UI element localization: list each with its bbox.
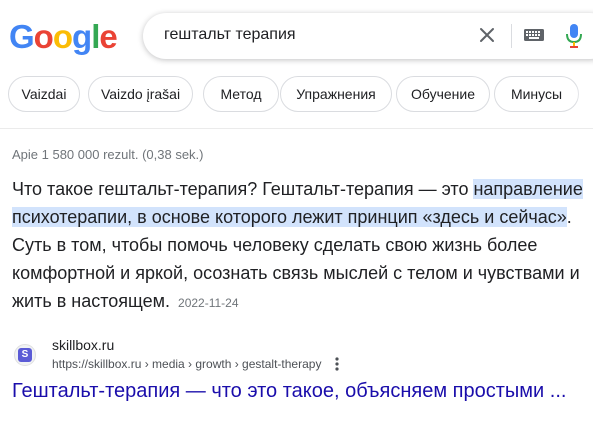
search-input[interactable]: гештальт терапия <box>164 26 296 44</box>
close-icon[interactable] <box>475 23 499 47</box>
result-stats: Apie 1 580 000 rezult. (0,38 sek.) <box>12 147 204 162</box>
chip-method[interactable]: Метод <box>203 76 279 112</box>
snippet-date: 2022-11-24 <box>178 296 239 310</box>
result-title-link[interactable]: Гештальт-терапия — что это такое, объясн… <box>12 380 566 403</box>
site-name[interactable]: skillbox.ru <box>52 337 114 353</box>
snippet-text: Что такое гештальт-терапия? Гештальт-тер… <box>12 179 474 199</box>
site-favicon[interactable]: S <box>14 344 36 366</box>
search-divider <box>511 24 512 48</box>
chip-cons[interactable]: Минусы <box>494 76 579 112</box>
logo-letter: g <box>72 18 92 55</box>
logo-letter: G <box>9 18 35 55</box>
chip-videos[interactable]: Vaizdo įrašai <box>88 76 193 112</box>
header-divider <box>0 128 593 129</box>
chips-fade <box>575 72 593 116</box>
logo-letter: l <box>91 18 100 55</box>
microphone-icon[interactable] <box>564 23 584 49</box>
search-box[interactable]: гештальт терапия <box>143 13 593 59</box>
logo-letter: o <box>33 18 54 55</box>
more-vert-icon[interactable] <box>334 356 340 372</box>
chip-images[interactable]: Vaizdai <box>8 76 80 112</box>
keyboard-icon[interactable] <box>523 26 545 44</box>
logo-letter: o <box>52 18 73 55</box>
logo-letter: e <box>99 18 117 55</box>
chip-exercises[interactable]: Упражнения <box>280 76 392 112</box>
chip-training[interactable]: Обучение <box>396 76 490 112</box>
google-logo[interactable]: Google <box>9 17 118 57</box>
favicon-letter: S <box>18 348 32 362</box>
featured-snippet: Что такое гештальт-терапия? Гештальт-тер… <box>12 175 592 317</box>
site-url[interactable]: https://skillbox.ru › media › growth › g… <box>52 357 321 371</box>
